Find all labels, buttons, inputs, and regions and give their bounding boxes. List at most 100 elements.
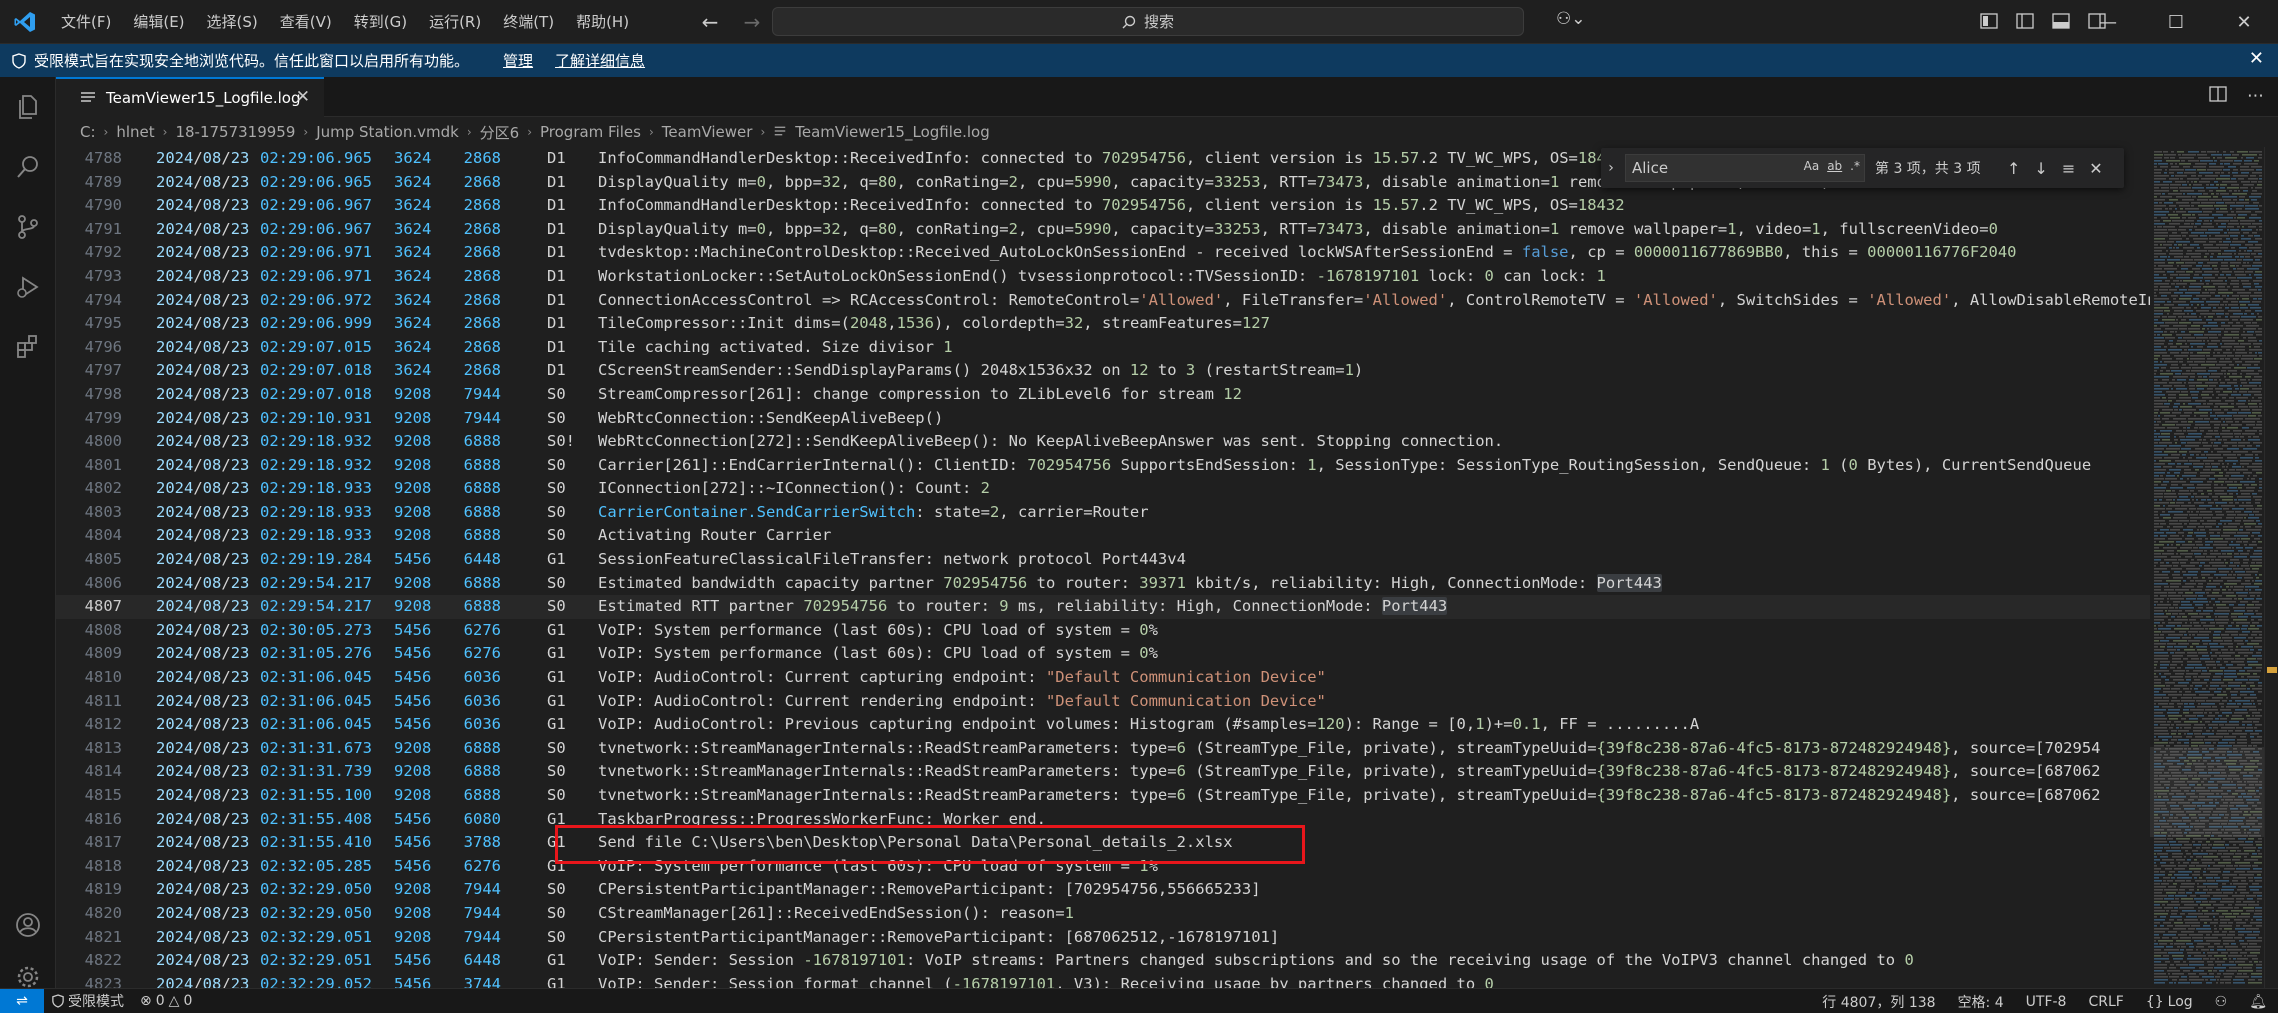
- log-line[interactable]: 4810 2024/08/23 02:31:06.045 5456 6036 G1 VoIP…: [56, 666, 2206, 690]
- minimap-mark: [2154, 250, 2162, 252]
- regex-toggle[interactable]: .*: [1850, 159, 1860, 173]
- close-icon[interactable]: ✕: [2210, 0, 2278, 44]
- toggle-panel-icon[interactable]: [2050, 10, 2072, 32]
- problems-status[interactable]: ⊗ 0 △ 0: [132, 993, 200, 1009]
- menu-item[interactable]: 运行(R): [418, 0, 492, 44]
- notifications-bell-icon[interactable]: 🔔︎: [2238, 994, 2278, 1010]
- log-line[interactable]: 4806 2024/08/23 02:29:54.217 9208 6888 S0 Esti…: [56, 572, 2206, 596]
- copilot-icon[interactable]: ⚇⌄: [1556, 9, 1585, 29]
- log-line[interactable]: 4800 2024/08/23 02:29:18.932 9208 6888 S0! Web…: [56, 430, 2206, 454]
- find-in-selection-icon[interactable]: ≡: [2062, 159, 2075, 178]
- manage-link[interactable]: 管理: [503, 50, 533, 71]
- log-line[interactable]: 4796 2024/08/23 02:29:07.015 3624 2868 D1 Tile…: [56, 336, 2206, 360]
- breadcrumb-item[interactable]: C:: [80, 123, 96, 141]
- log-line[interactable]: 4795 2024/08/23 02:29:06.999 3624 2868 D1 Tile…: [56, 312, 2206, 336]
- tab-logfile[interactable]: TeamViewer15_Logfile.log ✕: [56, 77, 324, 117]
- breadcrumb-item[interactable]: Program Files: [540, 123, 641, 141]
- breadcrumb-item[interactable]: Jump Station.vmdk: [316, 123, 459, 141]
- log-line[interactable]: 4812 2024/08/23 02:31:06.045 5456 6036 G1 VoIP…: [56, 713, 2206, 737]
- log-line[interactable]: 4811 2024/08/23 02:31:06.045 5456 6036 G1 VoIP…: [56, 690, 2206, 714]
- breadcrumb-item[interactable]: 18-1757319959: [175, 123, 295, 141]
- log-line[interactable]: 4790 2024/08/23 02:29:06.967 3624 2868 D1 Info…: [56, 194, 2206, 218]
- log-line[interactable]: 4801 2024/08/23 02:29:18.932 9208 6888 S0 Carr…: [56, 454, 2206, 478]
- end-of-line[interactable]: CRLF: [2077, 994, 2134, 1010]
- breadcrumb-item[interactable]: TeamViewer15_Logfile.log: [795, 123, 990, 141]
- breadcrumb-item[interactable]: TeamViewer: [662, 123, 753, 141]
- close-find-icon[interactable]: ✕: [2089, 159, 2102, 178]
- match-case-toggle[interactable]: Aa: [1804, 159, 1820, 173]
- log-line[interactable]: 4823 2024/08/23 02:32:29.052 5456 3744 G1 VoIP…: [56, 973, 2206, 988]
- log-line[interactable]: 4820 2024/08/23 02:32:29.050 9208 7944 S0 CStr…: [56, 902, 2206, 926]
- log-line[interactable]: 4813 2024/08/23 02:31:31.673 9208 6888 S0 tvne…: [56, 737, 2206, 761]
- encoding[interactable]: UTF-8: [2015, 994, 2078, 1010]
- split-editor-icon[interactable]: [2209, 86, 2227, 107]
- menu-item[interactable]: 帮助(H): [565, 0, 640, 44]
- find-input[interactable]: Alice Aa ab .*: [1625, 154, 1865, 182]
- learn-more-link[interactable]: 了解详细信息: [555, 50, 645, 71]
- match-word-toggle[interactable]: ab: [1827, 159, 1842, 173]
- run-debug-icon[interactable]: [0, 257, 56, 317]
- minimap-mark: [2195, 271, 2202, 273]
- back-arrow-icon[interactable]: ←: [696, 8, 724, 36]
- log-line[interactable]: 4822 2024/08/23 02:32:29.051 5456 6448 G1 VoIP…: [56, 949, 2206, 973]
- log-line[interactable]: 4804 2024/08/23 02:29:18.933 9208 6888 S0 Acti…: [56, 524, 2206, 548]
- copilot-status-icon[interactable]: ⚇: [2204, 994, 2239, 1010]
- command-center-search[interactable]: 搜索: [772, 7, 1524, 36]
- log-line[interactable]: 4799 2024/08/23 02:29:10.931 9208 7944 S0 WebR…: [56, 407, 2206, 431]
- minimap[interactable]: [2150, 147, 2270, 988]
- source-control-icon[interactable]: [0, 197, 56, 257]
- log-line[interactable]: 4814 2024/08/23 02:31:31.739 9208 6888 S0 tvne…: [56, 760, 2206, 784]
- more-actions-icon[interactable]: ⋯: [2247, 86, 2264, 107]
- log-line[interactable]: 4816 2024/08/23 02:31:55.408 5456 6080 G1 Task…: [56, 808, 2206, 832]
- menu-item[interactable]: 选择(S): [196, 0, 269, 44]
- log-line[interactable]: 4815 2024/08/23 02:31:55.100 9208 6888 S0 tvne…: [56, 784, 2206, 808]
- cursor-position[interactable]: 行 4807，列 138: [1811, 992, 1946, 1012]
- log-line[interactable]: 4794 2024/08/23 02:29:06.972 3624 2868 D1 Conn…: [56, 289, 2206, 313]
- toggle-replace-chevron-icon[interactable]: ›: [1601, 160, 1621, 176]
- log-line[interactable]: 4793 2024/08/23 02:29:06.971 3624 2868 D1 Work…: [56, 265, 2206, 289]
- log-line[interactable]: 4818 2024/08/23 02:32:05.285 5456 6276 G1 VoIP…: [56, 855, 2206, 879]
- minimap-mark: [2213, 640, 2223, 642]
- menu-item[interactable]: 编辑(E): [122, 0, 195, 44]
- maximize-icon[interactable]: ☐: [2142, 0, 2210, 44]
- minimap-mark: [2201, 571, 2216, 573]
- tab-close-icon[interactable]: ✕: [296, 87, 310, 107]
- breadcrumb-item[interactable]: hlnet: [116, 123, 154, 141]
- account-icon[interactable]: [0, 895, 56, 955]
- minimap-viewport[interactable]: [2150, 747, 2270, 837]
- minimize-icon[interactable]: —: [2074, 0, 2142, 44]
- log-line[interactable]: 4797 2024/08/23 02:29:07.018 3624 2868 D1 CScr…: [56, 359, 2206, 383]
- toggle-primary-sidebar-icon[interactable]: [2014, 10, 2036, 32]
- menu-item[interactable]: 查看(V): [269, 0, 343, 44]
- editor-content[interactable]: 4788 2024/08/23 02:29:06.965 3624 2868 D1 Info…: [56, 147, 2206, 988]
- banner-close-icon[interactable]: ✕: [2249, 48, 2264, 69]
- forward-arrow-icon[interactable]: →: [738, 8, 766, 36]
- remote-indicator-icon[interactable]: ⇌: [0, 988, 44, 1013]
- log-line[interactable]: 4803 2024/08/23 02:29:18.933 9208 6888 S0 Carr…: [56, 501, 2206, 525]
- log-line[interactable]: 4817 2024/08/23 02:31:55.410 5456 3788 G1 Send…: [56, 831, 2206, 855]
- language-mode[interactable]: {} Log: [2135, 994, 2204, 1010]
- log-line[interactable]: 4809 2024/08/23 02:31:05.276 5456 6276 G1 VoIP…: [56, 642, 2206, 666]
- menu-item[interactable]: 文件(F): [50, 0, 122, 44]
- search-view-icon[interactable]: [0, 137, 56, 197]
- log-line[interactable]: 4792 2024/08/23 02:29:06.971 3624 2868 D1 tvde…: [56, 241, 2206, 265]
- indentation[interactable]: 空格: 4: [1947, 992, 2015, 1012]
- log-line[interactable]: 4805 2024/08/23 02:29:19.284 5456 6448 G1 Sess…: [56, 548, 2206, 572]
- next-match-icon[interactable]: ↓: [2034, 159, 2047, 178]
- restricted-mode-status[interactable]: 受限模式: [44, 991, 132, 1011]
- vertical-scrollbar[interactable]: [2264, 147, 2278, 988]
- log-line[interactable]: 4808 2024/08/23 02:30:05.273 5456 6276 G1 VoIP…: [56, 619, 2206, 643]
- previous-match-icon[interactable]: ↑: [2007, 159, 2020, 178]
- log-line[interactable]: 4807 2024/08/23 02:29:54.217 9208 6888 S0 Esti…: [56, 595, 2206, 619]
- customize-layout-icon[interactable]: [1978, 10, 2000, 32]
- log-line[interactable]: 4791 2024/08/23 02:29:06.967 3624 2868 D1 Disp…: [56, 218, 2206, 242]
- explorer-icon[interactable]: [0, 77, 56, 137]
- log-line[interactable]: 4802 2024/08/23 02:29:18.933 9208 6888 S0 ICon…: [56, 477, 2206, 501]
- log-line[interactable]: 4819 2024/08/23 02:32:29.050 9208 7944 S0 CPer…: [56, 878, 2206, 902]
- extensions-icon[interactable]: [0, 317, 56, 377]
- breadcrumb-item[interactable]: 分区6: [480, 122, 520, 143]
- menu-item[interactable]: 终端(T): [492, 0, 565, 44]
- log-line[interactable]: 4821 2024/08/23 02:32:29.051 9208 7944 S0 CPer…: [56, 926, 2206, 950]
- menu-item[interactable]: 转到(G): [343, 0, 418, 44]
- log-line[interactable]: 4798 2024/08/23 02:29:07.018 9208 7944 S0 Stre…: [56, 383, 2206, 407]
